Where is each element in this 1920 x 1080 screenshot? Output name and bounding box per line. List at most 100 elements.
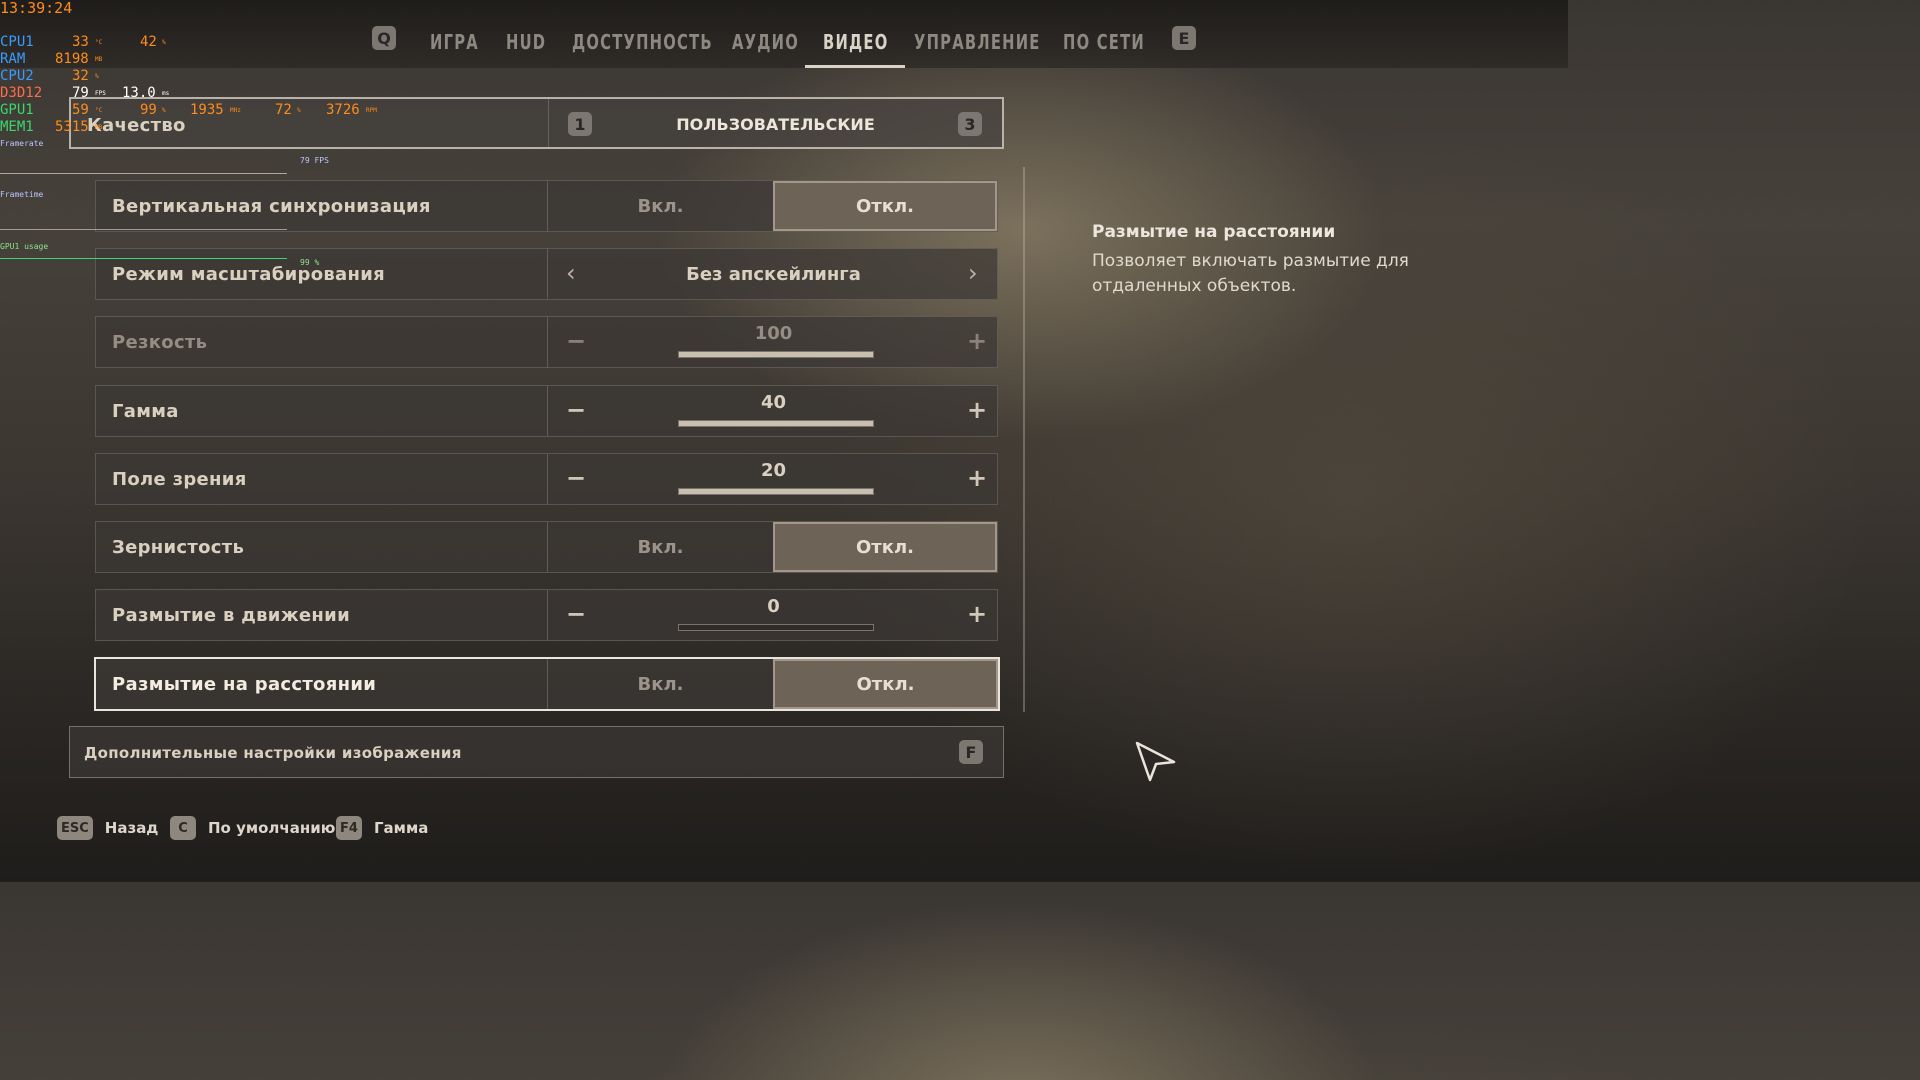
setting-label: Резкость — [112, 332, 208, 353]
grain-on-option[interactable]: Вкл. — [548, 522, 773, 572]
framerate-graph-label: Framerate — [0, 139, 44, 148]
overlay-value: 72 — [275, 102, 292, 118]
esc-key: ESC — [57, 816, 93, 840]
footer-back[interactable]: ESC Назад — [57, 816, 158, 840]
grain-off-option[interactable]: Откл. — [773, 522, 997, 572]
quality-next-key[interactable]: 3 — [958, 112, 982, 136]
performance-overlay: 13:39:24 — [0, 0, 72, 17]
frametime-graph-label: Frametime — [0, 190, 44, 199]
overlay-label: GPU1 — [0, 102, 34, 118]
tab-strip: Q ИГРА HUD ДОСТУПНОСТЬ АУДИО ВИДЕО УПРАВ… — [0, 18, 1568, 68]
slider-track[interactable] — [678, 624, 874, 631]
mouse-cursor-icon — [1135, 741, 1176, 782]
gpu-usage-graph-mark: 99 % — [300, 258, 320, 267]
overlay-value: 13.0 — [122, 85, 156, 101]
overlay-unit: % — [297, 107, 301, 114]
tab-online[interactable]: ПО СЕТИ — [1063, 30, 1145, 54]
plus-icon[interactable]: + — [967, 600, 987, 628]
overlay-unit: % — [162, 39, 166, 46]
gamma-slider[interactable]: − 40 + — [548, 386, 999, 436]
vsync-off-option[interactable]: Откл. — [773, 181, 997, 231]
overlay-value: 79 — [72, 85, 89, 101]
setting-row-gamma[interactable]: Гамма − 40 + — [95, 385, 998, 437]
setting-row-field-of-view[interactable]: Поле зрения − 20 + — [95, 453, 998, 505]
plus-icon[interactable]: + — [967, 464, 987, 492]
overlay-label: MEM1 — [0, 119, 34, 135]
footer-label: Назад — [104, 819, 159, 837]
overlay-clock: 13:39:24 — [0, 0, 73, 17]
help-separator — [1023, 167, 1025, 712]
frametime-graph-line — [0, 229, 287, 230]
overlay-label: RAM — [0, 51, 26, 67]
slider-track[interactable] — [678, 488, 874, 495]
overlay-unit: MB — [95, 124, 103, 131]
overlay-unit: MB — [95, 56, 103, 63]
slider-value: 0 — [767, 596, 780, 617]
tab-accessibility[interactable]: ДОСТУПНОСТЬ — [572, 30, 713, 54]
footer-defaults[interactable]: C По умолчанию — [170, 816, 335, 840]
setting-row-film-grain[interactable]: Зернистость Вкл. Откл. — [95, 521, 998, 573]
overlay-unit: FPS — [95, 90, 106, 97]
setting-row-motion-blur[interactable]: Размытие в движении − 0 + — [95, 589, 998, 641]
tab-video[interactable]: ВИДЕО — [823, 30, 889, 54]
overlay-label: CPU1 — [0, 34, 34, 50]
fps-graph-mark: 79 FPS — [300, 156, 329, 165]
vsync-on-option[interactable]: Вкл. — [548, 181, 773, 231]
slider-track — [678, 351, 874, 358]
setting-label: Размытие на расстоянии — [112, 674, 377, 695]
advanced-label: Дополнительные настройки изображения — [84, 744, 462, 762]
scaling-mode-value: Без апскейлинга — [686, 263, 861, 285]
overlay-unit: MHz — [230, 107, 241, 114]
prev-tab-key[interactable]: Q — [372, 26, 396, 50]
chevron-right-icon[interactable]: › — [968, 259, 978, 287]
setting-label: Размытие в движении — [112, 605, 350, 626]
tab-controls[interactable]: УПРАВЛЕНИЕ — [914, 30, 1041, 54]
setting-row-scaling-mode[interactable]: Режим масштабирования ‹ Без апскейлинга … — [95, 248, 998, 300]
tab-hud[interactable]: HUD — [506, 30, 546, 54]
footer-label: По умолчанию — [208, 819, 336, 837]
motion-blur-slider[interactable]: − 0 + — [548, 590, 999, 640]
sharpness-slider: − 100 + — [548, 317, 999, 367]
overlay-label: D3D12 — [0, 85, 43, 101]
f4-key: F4 — [336, 816, 362, 840]
setting-label: Поле зрения — [112, 469, 247, 490]
overlay-value: 3726 — [326, 102, 360, 118]
slider-track[interactable] — [678, 420, 874, 427]
active-tab-underline — [805, 65, 905, 68]
footer-gamma[interactable]: F4 Гамма — [336, 816, 428, 840]
slider-fill — [679, 352, 873, 357]
distance-blur-off-option[interactable]: Откл. — [773, 659, 998, 709]
advanced-image-settings-row[interactable]: Дополнительные настройки изображения F — [69, 726, 1004, 778]
overlay-unit: °C — [95, 39, 103, 46]
overlay-value: 42 — [140, 34, 157, 50]
next-tab-key[interactable]: E — [1172, 26, 1196, 50]
tab-audio[interactable]: АУДИО — [732, 30, 799, 54]
overlay-value: 33 — [72, 34, 89, 50]
fov-slider[interactable]: − 20 + — [548, 454, 999, 504]
overlay-value: 59 — [72, 102, 89, 118]
gpu-usage-graph-line — [0, 258, 287, 259]
setting-label: Зернистость — [112, 537, 245, 558]
quality-value: ПОЛЬЗОВАТЕЛЬСКИЕ — [676, 115, 875, 134]
advanced-key[interactable]: F — [959, 740, 983, 764]
help-title: Размытие на расстоянии — [1092, 222, 1336, 242]
overlay-unit: % — [95, 73, 99, 80]
slider-value: 20 — [760, 460, 787, 481]
slider-fill — [679, 489, 873, 494]
c-key: C — [170, 816, 196, 840]
overlay-value: 32 — [72, 68, 89, 84]
help-description: Позволяет включать размытие для отдаленн… — [1092, 251, 1409, 296]
plus-icon: + — [967, 327, 988, 355]
slider-value: 100 — [754, 323, 793, 344]
tab-game[interactable]: ИГРА — [430, 30, 479, 54]
plus-icon[interactable]: + — [967, 396, 987, 424]
gpu-usage-graph-label: GPU1 usage — [0, 242, 49, 251]
setting-label: Гамма — [112, 401, 179, 422]
overlay-value: 1935 — [190, 102, 224, 118]
slider-fill — [679, 421, 873, 426]
overlay-value: 5315 — [55, 119, 89, 135]
setting-row-distance-blur[interactable]: Размытие на расстоянии Вкл. Откл. — [94, 657, 1000, 711]
setting-row-vsync[interactable]: Вертикальная синхронизация Вкл. Откл. — [95, 180, 998, 232]
overlay-stats: CPU1 33 °C 42% RAM 8198 MB CPU2 32% D3D12 … — [0, 34, 377, 136]
distance-blur-on-option[interactable]: Вкл. — [548, 659, 773, 709]
